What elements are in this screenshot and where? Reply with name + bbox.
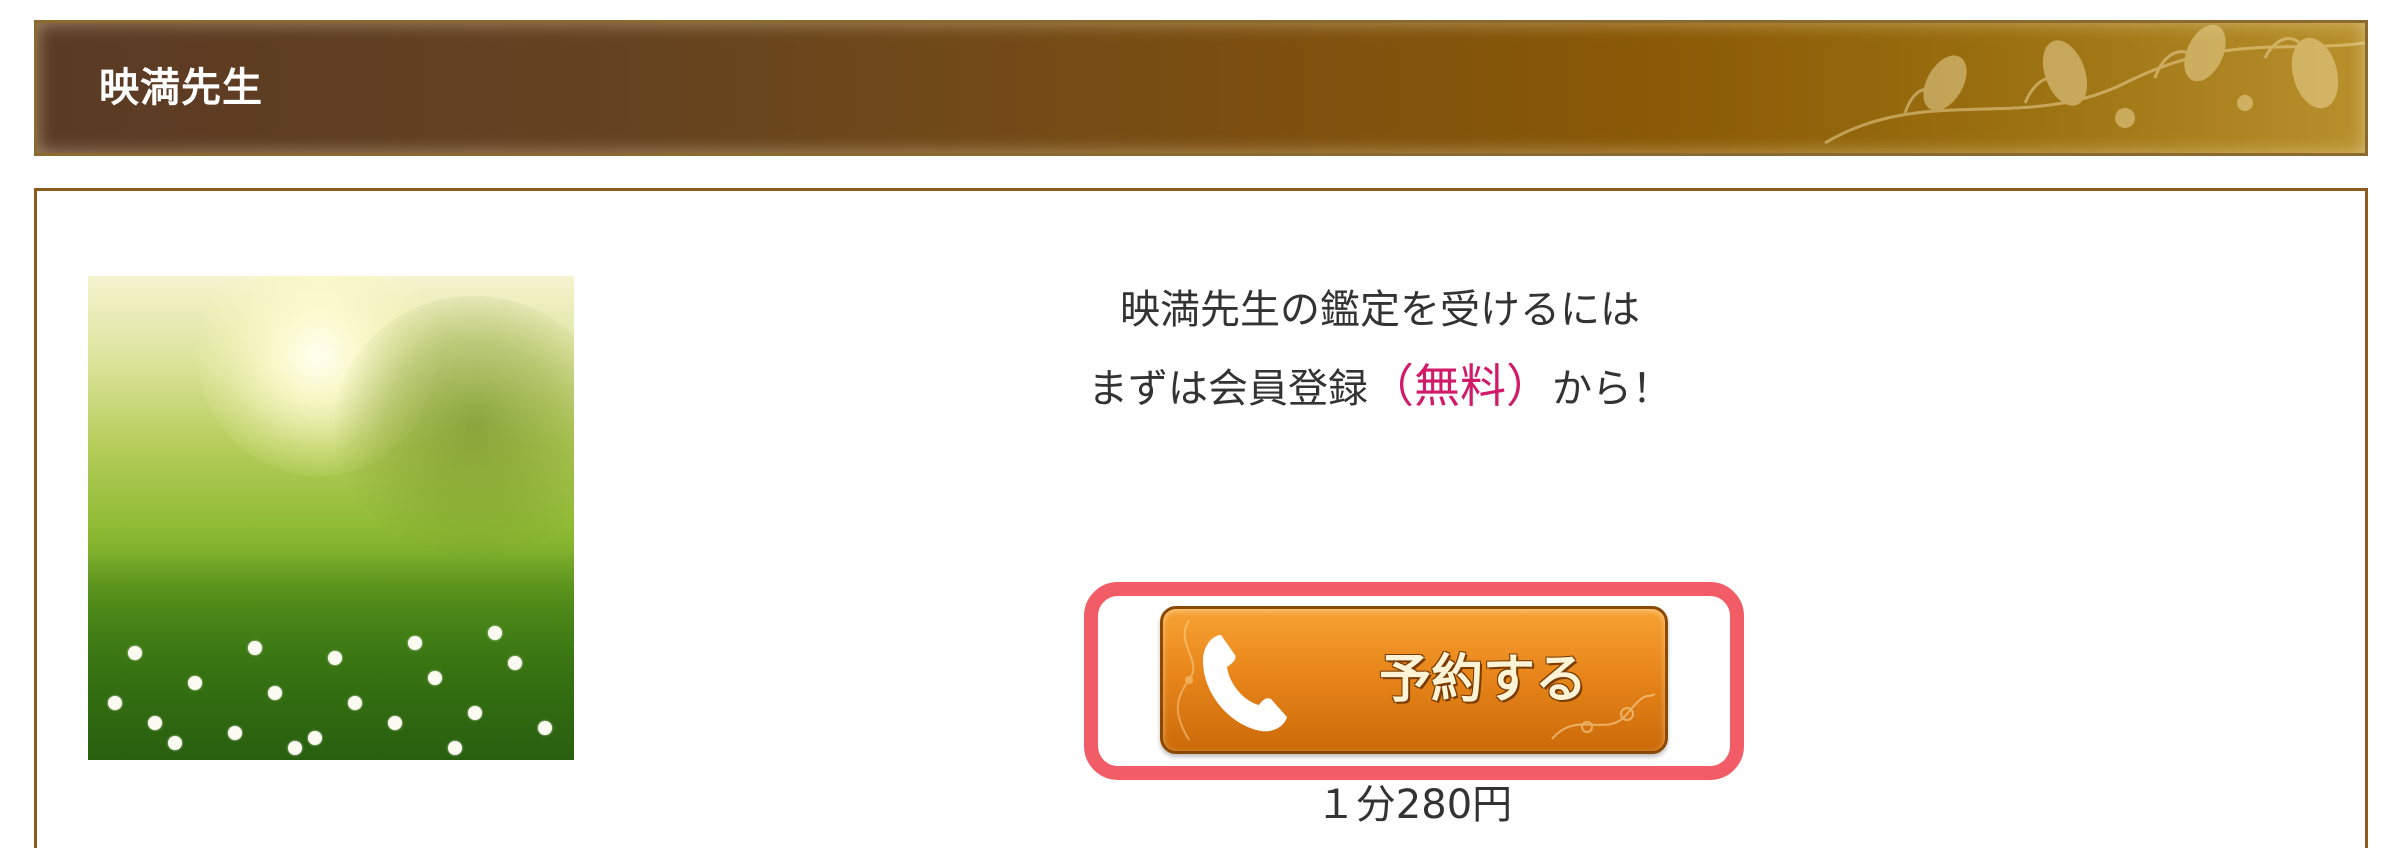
flower: [408, 636, 422, 650]
flower: [188, 676, 202, 690]
message-line-2: まずは会員登録（無料）から！: [900, 348, 1860, 427]
flower: [128, 646, 142, 660]
registration-message: 映満先生の鑑定を受けるには まずは会員登録（無料）から！: [900, 272, 1860, 427]
floral-ornament-icon: [1824, 24, 2365, 145]
flower: [488, 626, 502, 640]
flower: [108, 696, 122, 710]
flower: [308, 731, 322, 745]
flower: [448, 741, 462, 755]
counselor-name-title: 映満先生: [99, 65, 263, 111]
flower: [348, 696, 362, 710]
message-line-2-prefix: まずは会員登録: [1088, 366, 1368, 412]
flower: [508, 656, 522, 670]
flower: [328, 651, 342, 665]
flower: [228, 726, 242, 740]
flower: [468, 706, 482, 720]
flower: [248, 641, 262, 655]
flower: [268, 686, 282, 700]
button-ornament-icon: [1551, 693, 1656, 740]
page: 映満先生 映満先生の鑑定を受けるには まずは会員登録（無料）から！ 予約する １…: [0, 0, 2400, 848]
flower: [168, 736, 182, 750]
flower: [288, 741, 302, 755]
message-line-2-suffix: から！: [1552, 366, 1672, 412]
message-line-1: 映満先生の鑑定を受けるには: [1120, 287, 1640, 333]
counselor-header-bar: 映満先生: [34, 20, 2368, 156]
counselor-profile-photo: [88, 276, 574, 760]
flower: [148, 716, 162, 730]
free-highlight: （無料）: [1368, 359, 1552, 413]
reserve-button[interactable]: 予約する: [1160, 606, 1668, 754]
flower: [538, 721, 552, 735]
flower: [388, 716, 402, 730]
price-per-minute: １分280円: [1315, 782, 1513, 828]
flower: [428, 671, 442, 685]
phone-icon: [1203, 635, 1287, 732]
